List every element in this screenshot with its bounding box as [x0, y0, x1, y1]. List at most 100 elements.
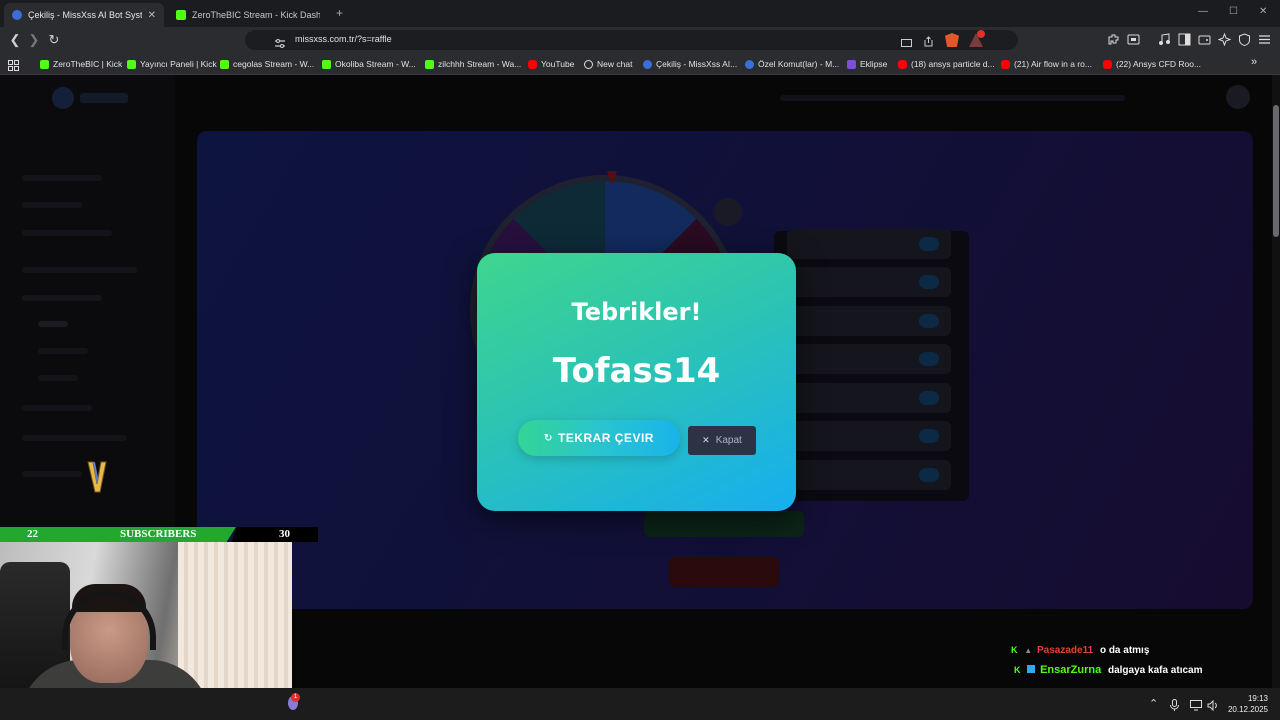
badge-icon [1027, 665, 1036, 673]
logo-wordmark [80, 93, 128, 103]
windows-taskbar: 1 ⌃ 19:13 20.12.2025 [0, 688, 1280, 720]
scrollbar-thumb[interactable] [1273, 105, 1279, 237]
bookmark-item[interactable]: Okoliba Stream - W... [322, 57, 416, 71]
back-icon[interactable]: ❮ [6, 31, 24, 49]
kick-icon [127, 59, 136, 69]
address-bar[interactable]: missxss.com.tr/?s=raffle [245, 30, 1018, 50]
close-icon: ✕ [702, 435, 710, 445]
system-clock[interactable]: 19:13 20.12.2025 [1226, 693, 1268, 715]
bookmark-item[interactable]: Eklipse [847, 57, 887, 71]
window-close-icon[interactable]: ✕ [1259, 6, 1267, 17]
header-announcement [780, 95, 1125, 101]
spin-button[interactable] [644, 511, 804, 537]
bookmark-item[interactable]: (18) ansys particle d... [898, 57, 995, 71]
chat-message: K EnsarZurna dalgaya kafa atıcam [1014, 664, 1202, 676]
sidebar-item[interactable] [22, 230, 112, 236]
microphone-icon[interactable] [1170, 698, 1179, 716]
brave-wallet-icon[interactable] [1198, 33, 1211, 51]
kick-icon: K [1014, 665, 1021, 675]
tab-title: Çekiliş - MissXss AI Bot System [28, 10, 142, 20]
youtube-icon [1001, 59, 1010, 69]
bookmark-item[interactable]: (21) Air flow in a ro... [1001, 57, 1092, 71]
modal-title: Tebrikler! [571, 298, 702, 326]
eklipse-icon [847, 59, 856, 69]
bookmark-item[interactable]: cegolas Stream - W... [220, 57, 314, 71]
bookmark-item[interactable]: (22) Ansys CFD Roo... [1103, 57, 1201, 71]
kick-favicon-icon [176, 10, 186, 20]
bookmark-item[interactable]: YouTube [528, 57, 574, 71]
tab-cekilis[interactable]: Çekiliş - MissXss AI Bot System ✕ [4, 3, 164, 27]
share-icon[interactable] [923, 34, 934, 52]
youtube-icon [898, 59, 907, 69]
missxss-logo [52, 87, 74, 109]
chat-username: EnsarZurna [1040, 664, 1102, 676]
sidebar-item[interactable] [22, 175, 102, 181]
missxss-icon [745, 59, 754, 69]
participant-list [774, 229, 969, 501]
youtube-icon [1103, 59, 1112, 69]
participant-row [787, 460, 951, 490]
participant-row [787, 344, 951, 374]
brave-shields-icon[interactable] [945, 33, 959, 47]
sidebar-subitem[interactable] [38, 321, 68, 327]
bookmark-item[interactable]: zilchhh Stream - Wa... [425, 57, 521, 71]
sidebar-subitem[interactable] [38, 348, 88, 354]
apps-grid-icon[interactable] [8, 58, 19, 76]
chat-message: K ▲ Pasazade11 o da atmış [1011, 645, 1149, 656]
sidebar-item[interactable] [22, 202, 82, 208]
youtube-icon [528, 59, 537, 69]
winner-name: Tofass14 [552, 351, 721, 391]
maximize-icon[interactable]: ☐ [1229, 6, 1238, 17]
bookmarks-overflow-icon[interactable]: » [1251, 56, 1257, 68]
network-icon[interactable] [1190, 698, 1202, 716]
sidebar-item[interactable] [22, 435, 127, 441]
rewards-badge [977, 30, 985, 38]
sidebar-item[interactable] [22, 295, 102, 301]
media-icon[interactable] [1158, 33, 1171, 51]
clock-time: 19:13 [1247, 694, 1268, 703]
forward-icon[interactable]: ❯ [25, 31, 43, 49]
minimize-icon[interactable]: — [1198, 6, 1208, 17]
kick-icon [220, 59, 229, 69]
vpn-shield-icon[interactable] [1238, 33, 1251, 51]
reload-icon[interactable]: ↻ [45, 31, 63, 49]
tab-close-icon[interactable]: ✕ [148, 10, 156, 21]
sidebar-item[interactable] [22, 471, 82, 477]
url-text: missxss.com.tr/?s=raffle [295, 34, 392, 44]
sidebar-item[interactable] [22, 267, 137, 273]
respin-button[interactable]: ↻ TEKRAR ÇEVIR [518, 420, 680, 456]
notification-badge: 1 [291, 693, 300, 702]
bookmark-item[interactable]: Yayıncı Paneli | Kick [127, 57, 217, 71]
refresh-icon: ↻ [544, 432, 553, 444]
tray-overflow-icon[interactable]: ⌃ [1149, 697, 1158, 710]
site-settings-icon[interactable] [275, 35, 285, 53]
new-tab-button[interactable]: + [336, 6, 343, 20]
bookmarks-bar: ZeroTheBIC | Kick Yayıncı Paneli | Kick … [0, 53, 1280, 75]
clock-date: 20.12.2025 [1227, 705, 1268, 714]
kick-icon: K [1011, 645, 1018, 655]
extensions-icon[interactable] [1107, 33, 1120, 51]
participant-row [787, 306, 951, 336]
bookmark-item[interactable]: ZeroTheBIC | Kick [40, 57, 122, 71]
subscriber-goal-bar: 22 SUBSCRIBERS 30 [0, 527, 318, 542]
reset-button[interactable] [669, 557, 779, 587]
tab-kick-dashboard[interactable]: ZeroTheBIC Stream - Kick Dashboard [168, 3, 328, 27]
leo-ai-icon[interactable] [1217, 32, 1232, 51]
close-modal-button[interactable]: ✕ Kapat [688, 426, 756, 455]
missxss-favicon-icon [12, 10, 22, 20]
cast-icon[interactable] [901, 35, 912, 53]
participant-row [787, 229, 951, 259]
bookmark-item[interactable]: New chat [584, 57, 632, 71]
menu-icon[interactable] [1258, 33, 1271, 51]
volume-icon[interactable] [1207, 698, 1219, 716]
wheel-close-button[interactable] [714, 198, 742, 226]
sidebar-toggle-icon[interactable] [1178, 33, 1191, 51]
avatar[interactable] [1226, 85, 1250, 109]
kick-icon [322, 59, 331, 69]
wallet-icon[interactable] [1127, 33, 1140, 51]
sidebar-subitem[interactable] [38, 375, 78, 381]
sidebar-item[interactable] [22, 405, 92, 411]
bookmark-item[interactable]: Çekiliş - MissXss AI... [643, 57, 737, 71]
chat-icon [584, 59, 593, 69]
bookmark-item[interactable]: Özel Komut(lar) - M... [745, 57, 839, 71]
